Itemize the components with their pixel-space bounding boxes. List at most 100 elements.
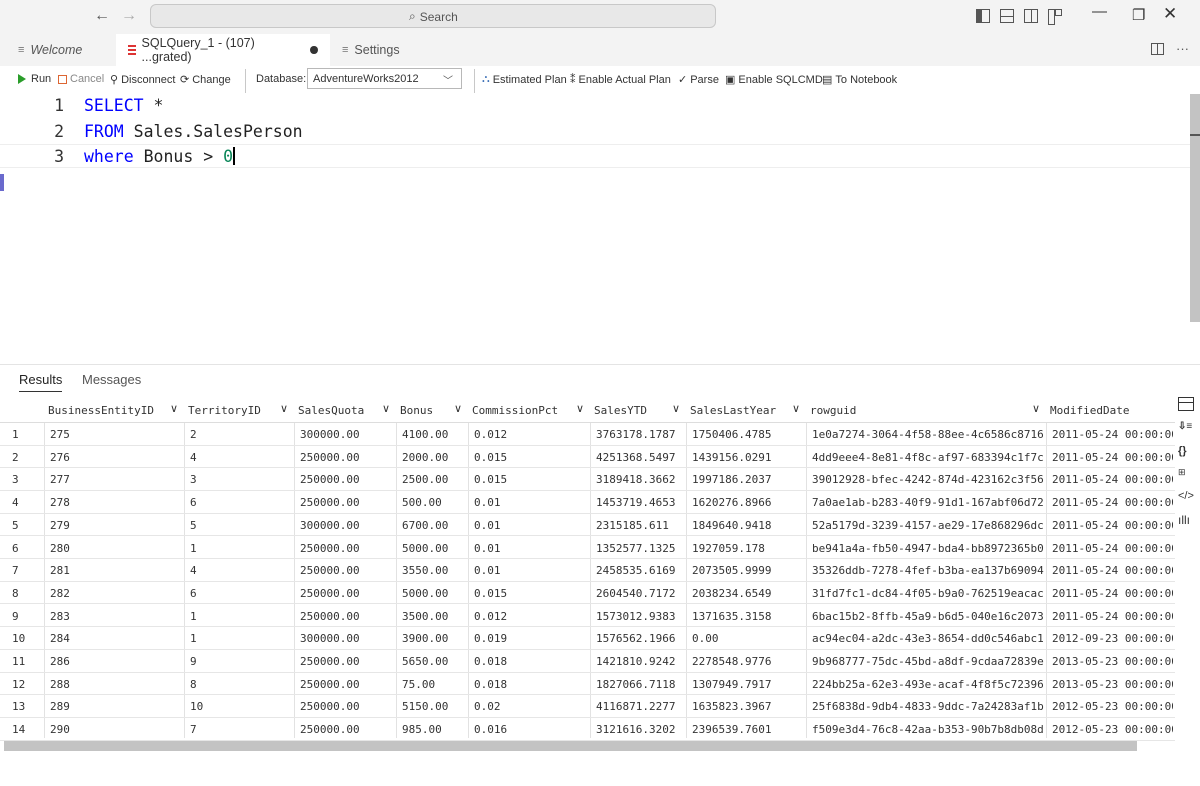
- table-cell[interactable]: 6700.00: [402, 519, 466, 532]
- table-cell[interactable]: 985.00: [402, 723, 466, 736]
- table-row[interactable]: 14 290 7 250000.00 985.00 0.016 3121616.3202 23…: [0, 718, 1175, 741]
- table-cell[interactable]: 224bb25a-62e3-493e-acaf-4f8f5c72396a: [812, 678, 1044, 691]
- table-cell[interactable]: 3550.00: [402, 564, 466, 577]
- table-row[interactable]: 1 275 2 300000.00 4100.00 0.012 3763178.1787 17…: [0, 423, 1175, 446]
- tab-settings[interactable]: ≡ Settings: [330, 34, 412, 66]
- table-cell[interactable]: 3: [190, 473, 292, 486]
- tab-results[interactable]: Results: [19, 372, 63, 392]
- table-cell[interactable]: 4251368.5497: [596, 451, 684, 464]
- table-cell[interactable]: 1573012.9383: [596, 610, 684, 623]
- table-cell[interactable]: 286: [50, 655, 182, 668]
- table-cell[interactable]: ac94ec04-a2dc-43e3-8654-dd0c546abc17: [812, 632, 1044, 645]
- table-cell[interactable]: 1439156.0291: [692, 451, 804, 464]
- table-cell[interactable]: 1576562.1966: [596, 632, 684, 645]
- code-line[interactable]: FROM Sales.SalesPerson: [84, 122, 303, 141]
- table-cell[interactable]: 10: [190, 700, 292, 713]
- table-cell[interactable]: 1849640.9418: [692, 519, 804, 532]
- table-cell[interactable]: 2278548.9776: [692, 655, 804, 668]
- horizontal-scrollbar[interactable]: [4, 741, 1137, 751]
- table-cell[interactable]: 2011-05-24 00:00:00: [1052, 451, 1173, 464]
- table-row[interactable]: 4 278 6 250000.00 500.00 0.01 1453719.4653 1620…: [0, 491, 1175, 514]
- table-row[interactable]: 7 281 4 250000.00 3550.00 0.01 2458535.6169 207…: [0, 559, 1175, 582]
- table-row[interactable]: 11 286 9 250000.00 5650.00 0.018 1421810.9242 2…: [0, 650, 1175, 673]
- editor-scrollbar[interactable]: [1190, 94, 1200, 322]
- table-cell[interactable]: 0.012: [474, 428, 588, 441]
- table-row[interactable]: 5 279 5 300000.00 6700.00 0.01 2315185.611 1849…: [0, 514, 1175, 537]
- table-cell[interactable]: 2011-05-24 00:00:00: [1052, 587, 1173, 600]
- table-row[interactable]: 12 288 8 250000.00 75.00 0.018 1827066.7118 130…: [0, 673, 1175, 696]
- table-cell[interactable]: 3900.00: [402, 632, 466, 645]
- table-cell[interactable]: 250000.00: [300, 700, 394, 713]
- parse-button[interactable]: ✓ Parse: [678, 73, 719, 87]
- table-cell[interactable]: 2396539.7601: [692, 723, 804, 736]
- table-cell[interactable]: 290: [50, 723, 182, 736]
- table-cell[interactable]: 25f6838d-9db4-4833-9ddc-7a24283af1ba: [812, 700, 1044, 713]
- table-cell[interactable]: 5150.00: [402, 700, 466, 713]
- table-cell[interactable]: 250000.00: [300, 564, 394, 577]
- table-cell[interactable]: 250000.00: [300, 587, 394, 600]
- table-cell[interactable]: 2011-05-24 00:00:00: [1052, 519, 1173, 532]
- table-cell[interactable]: 2073505.9999: [692, 564, 804, 577]
- table-cell[interactable]: 35326ddb-7278-4fef-b3ba-ea137b69094e: [812, 564, 1044, 577]
- table-cell[interactable]: 276: [50, 451, 182, 464]
- table-cell[interactable]: 2011-05-24 00:00:00: [1052, 428, 1173, 441]
- table-cell[interactable]: 2458535.6169: [596, 564, 684, 577]
- table-cell[interactable]: 1927059.178: [692, 542, 804, 555]
- table-cell[interactable]: 1453719.4653: [596, 496, 684, 509]
- database-select[interactable]: AdventureWorks2012 ﹀: [307, 68, 462, 89]
- table-cell[interactable]: 300000.00: [300, 428, 394, 441]
- table-cell[interactable]: 2011-05-24 00:00:00: [1052, 496, 1173, 509]
- table-cell[interactable]: 4100.00: [402, 428, 466, 441]
- estimated-plan-button[interactable]: ⛬ Estimated Plan: [482, 73, 567, 86]
- column-header[interactable]: Bonus ∨: [396, 397, 468, 423]
- column-header[interactable]: rowguid ∨: [806, 397, 1046, 423]
- table-cell[interactable]: 250000.00: [300, 473, 394, 486]
- table-cell[interactable]: 1e0a7274-3064-4f58-88ee-4c6586c87169: [812, 428, 1044, 441]
- table-cell[interactable]: f509e3d4-76c8-42aa-b353-90b7b8db08de: [812, 723, 1044, 736]
- column-menu-chevron-icon[interactable]: ∨: [454, 402, 462, 415]
- table-cell[interactable]: 2013-05-23 00:00:00: [1052, 678, 1173, 691]
- table-cell[interactable]: 1635823.3967: [692, 700, 804, 713]
- table-cell[interactable]: 0.015: [474, 451, 588, 464]
- split-editor-icon[interactable]: [1151, 43, 1164, 55]
- tab-messages[interactable]: Messages: [82, 372, 141, 387]
- column-header[interactable]: ModifiedDate: [1046, 397, 1175, 423]
- table-cell[interactable]: 6: [190, 496, 292, 509]
- table-cell[interactable]: 2012-05-23 00:00:00: [1052, 723, 1173, 736]
- customize-layout-icon[interactable]: [1048, 9, 1062, 25]
- table-cell[interactable]: 1: [190, 610, 292, 623]
- table-cell[interactable]: 3500.00: [402, 610, 466, 623]
- table-cell[interactable]: 250000.00: [300, 451, 394, 464]
- column-header[interactable]: SalesLastYear ∨: [686, 397, 806, 423]
- table-cell[interactable]: 52a5179d-3239-4157-ae29-17e868296dc0: [812, 519, 1044, 532]
- table-cell[interactable]: 279: [50, 519, 182, 532]
- column-menu-chevron-icon[interactable]: ∨: [170, 402, 178, 415]
- table-cell[interactable]: 0.00: [692, 632, 804, 645]
- table-cell[interactable]: 288: [50, 678, 182, 691]
- table-cell[interactable]: 282: [50, 587, 182, 600]
- table-cell[interactable]: 1827066.7118: [596, 678, 684, 691]
- table-cell[interactable]: 284: [50, 632, 182, 645]
- column-header[interactable]: TerritoryID ∨: [184, 397, 294, 423]
- table-cell[interactable]: 1: [190, 542, 292, 555]
- table-cell[interactable]: 250000.00: [300, 678, 394, 691]
- table-cell[interactable]: 3763178.1787: [596, 428, 684, 441]
- table-cell[interactable]: 2011-05-24 00:00:00: [1052, 473, 1173, 486]
- table-cell[interactable]: 7a0ae1ab-b283-40f9-91d1-167abf06d720: [812, 496, 1044, 509]
- table-cell[interactable]: 278: [50, 496, 182, 509]
- save-as-xml-icon[interactable]: ⊞: [1178, 467, 1194, 481]
- table-cell[interactable]: 2000.00: [402, 451, 466, 464]
- to-notebook-button[interactable]: ▤ To Notebook: [822, 73, 897, 87]
- table-row[interactable]: 2 276 4 250000.00 2000.00 0.015 4251368.5497 14…: [0, 446, 1175, 469]
- table-row[interactable]: 9 283 1 250000.00 3500.00 0.012 1573012.9383 13…: [0, 605, 1175, 628]
- enable-actual-plan-button[interactable]: ⁑ Enable Actual Plan: [570, 73, 671, 87]
- table-cell[interactable]: 0.01: [474, 519, 588, 532]
- table-row[interactable]: 3 277 3 250000.00 2500.00 0.015 3189418.3662 19…: [0, 468, 1175, 491]
- forward-arrow-icon[interactable]: →: [121, 7, 137, 25]
- table-cell[interactable]: 4116871.2277: [596, 700, 684, 713]
- table-cell[interactable]: 0.018: [474, 678, 588, 691]
- table-cell[interactable]: 5000.00: [402, 587, 466, 600]
- table-cell[interactable]: 0.01: [474, 496, 588, 509]
- save-as-json-icon[interactable]: {}: [1178, 445, 1194, 459]
- command-search-box[interactable]: ⌕ Search: [150, 4, 716, 28]
